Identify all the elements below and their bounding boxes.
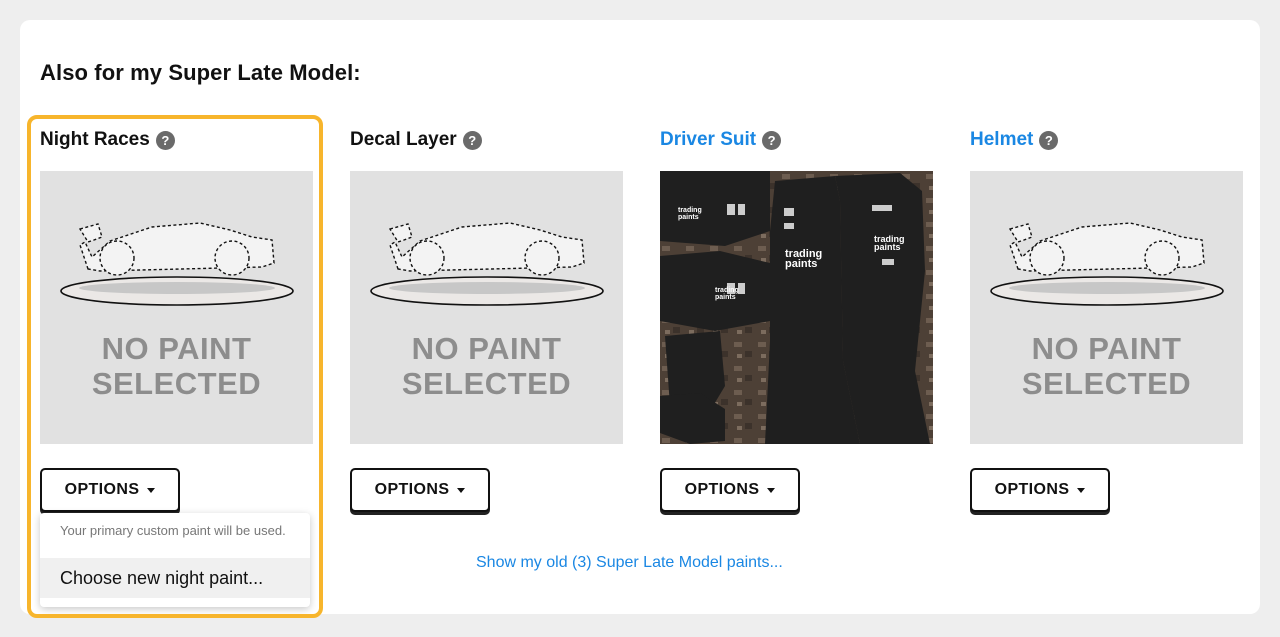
no-paint-text: NO PAINT SELECTED (970, 331, 1243, 401)
caret-down-icon (457, 487, 466, 493)
suit-logo-4: trading paints (715, 287, 739, 301)
slot-label: Decal Layer ? (350, 126, 482, 154)
options-button[interactable]: OPTIONS (660, 468, 800, 512)
suit-logo-1: trading paints (785, 248, 823, 270)
slot-label: Helmet ? (970, 126, 1059, 154)
help-icon[interactable]: ? (1039, 130, 1059, 150)
dropdown-note: Your primary custom paint will be used. (60, 523, 286, 538)
help-icon[interactable]: ? (462, 130, 482, 150)
help-icon[interactable]: ? (155, 130, 175, 150)
paint-slot-driver-suit: Driver Suit ? trading paints trading pai… (660, 126, 934, 526)
car-outline-icon (370, 222, 604, 306)
car-outline-icon (990, 222, 1224, 306)
paint-slot-night-races: Night Races ? NO PAINT SELECTED OPTIONS (40, 126, 314, 526)
options-label: OPTIONS (994, 481, 1070, 498)
section-title: Also for my Super Late Model: (40, 60, 361, 85)
caret-down-icon (147, 487, 156, 493)
show-old-paints-link[interactable]: Show my old (3) Super Late Model paints.… (476, 554, 783, 572)
options-button[interactable]: OPTIONS (350, 468, 490, 512)
suit-logo-2: trading paints (874, 234, 905, 252)
options-label: OPTIONS (374, 481, 450, 498)
paint-slot-decal-layer: Decal Layer ? NO PAINT SELECTED OPTIONS (350, 126, 624, 526)
no-paint-line2: SELECTED (401, 366, 572, 401)
no-paint-line1: NO PAINT (1031, 331, 1182, 366)
options-button[interactable]: OPTIONS (970, 468, 1110, 512)
suit-logo-3: trading paints (678, 207, 702, 221)
no-paint-line2: SELECTED (1021, 366, 1192, 401)
paint-preview[interactable]: NO PAINT SELECTED (40, 171, 313, 444)
slot-label: Driver Suit ? (660, 126, 782, 154)
suit-paint-preview[interactable]: trading paints trading paints trading pa… (660, 171, 933, 444)
slot-label: Night Races ? (40, 126, 175, 154)
caret-down-icon (767, 487, 776, 493)
options-label: OPTIONS (64, 481, 140, 498)
help-icon[interactable]: ? (762, 130, 782, 150)
slot-title: Night Races (40, 129, 150, 150)
no-paint-line1: NO PAINT (101, 331, 252, 366)
options-dropdown-menu: Your primary custom paint will be used. … (40, 513, 310, 607)
slot-title-link[interactable]: Driver Suit (660, 129, 756, 151)
paint-slot-helmet: Helmet ? NO PAINT SELECTED OPTIONS (970, 126, 1244, 526)
slot-title-link[interactable]: Helmet (970, 129, 1033, 151)
options-label: OPTIONS (684, 481, 760, 498)
slot-title: Decal Layer (350, 129, 457, 150)
caret-down-icon (1077, 487, 1086, 493)
options-button[interactable]: OPTIONS (40, 468, 180, 512)
choose-night-paint-menu-item[interactable]: Choose new night paint... (40, 558, 310, 598)
paint-preview[interactable]: NO PAINT SELECTED (970, 171, 1243, 444)
paint-preview[interactable]: NO PAINT SELECTED (350, 171, 623, 444)
no-paint-text: NO PAINT SELECTED (350, 331, 623, 401)
car-outline-icon (60, 222, 294, 306)
no-paint-line1: NO PAINT (411, 331, 562, 366)
no-paint-text: NO PAINT SELECTED (40, 331, 313, 401)
no-paint-line2: SELECTED (91, 366, 262, 401)
